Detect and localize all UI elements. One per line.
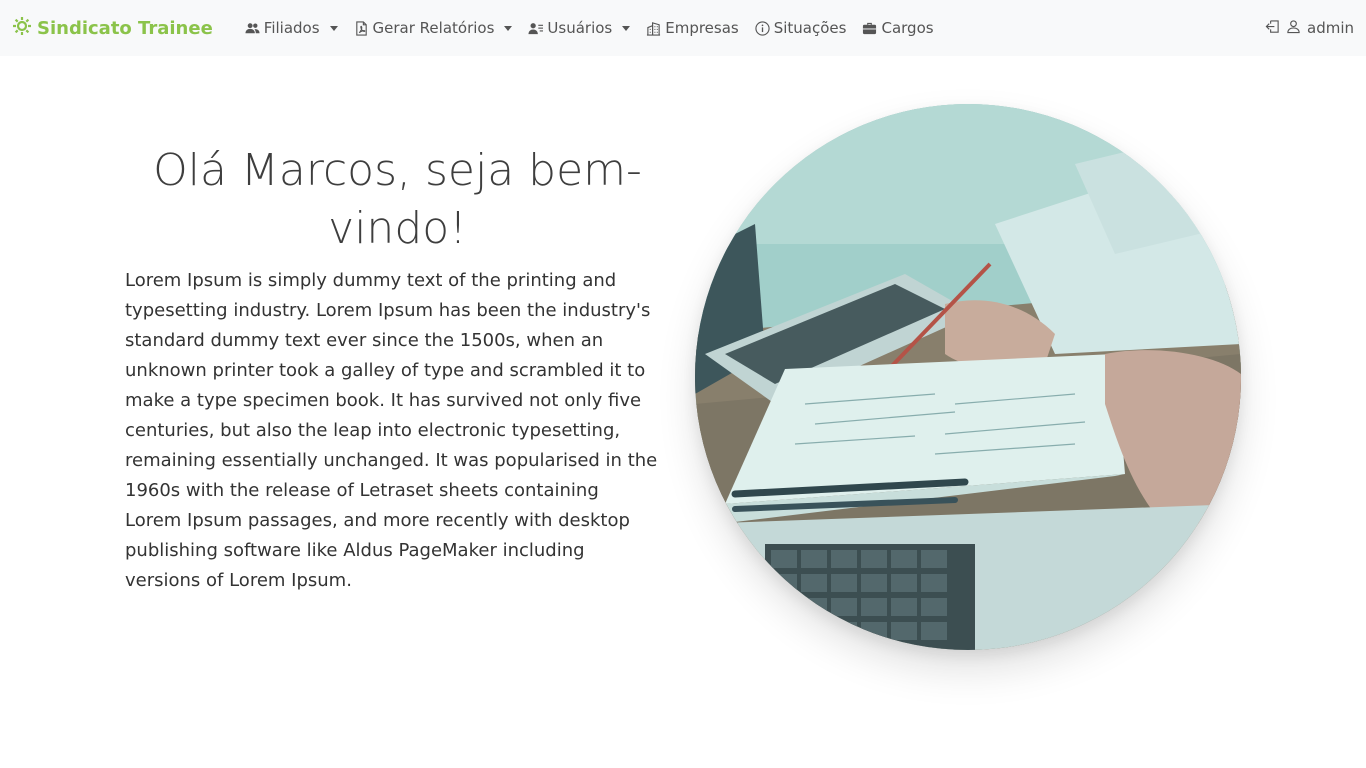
nav-situacoes[interactable]: Situações: [747, 19, 855, 37]
user-list-icon: [528, 21, 544, 36]
welcome-heading: Olá Marcos, seja bem-vindo!: [153, 145, 642, 254]
person-icon: [1286, 19, 1301, 38]
main-nav: Filiados Gerar Relatórios Usuários Empre…: [237, 19, 942, 37]
nav-gerar-relatorios-label: Gerar Relatórios: [372, 19, 495, 37]
nav-cargos[interactable]: Cargos: [854, 19, 941, 37]
briefcase-icon: [862, 21, 877, 36]
nav-filiados[interactable]: Filiados: [237, 19, 346, 37]
nav-empresas[interactable]: Empresas: [638, 19, 747, 37]
chevron-down-icon: [622, 25, 631, 31]
user-menu[interactable]: admin: [1265, 0, 1354, 56]
username-label: admin: [1307, 19, 1354, 37]
chevron-down-icon: [504, 25, 513, 31]
logout-icon[interactable]: [1265, 19, 1280, 38]
nav-cargos-label: Cargos: [881, 19, 934, 37]
nav-situacoes-label: Situações: [773, 19, 847, 37]
intro-paragraph: Lorem Ipsum is simply dummy text of the …: [125, 270, 658, 591]
brand-link[interactable]: Sindicato Trainee: [12, 16, 213, 41]
chevron-down-icon: [329, 25, 338, 31]
nav-filiados-label: Filiados: [263, 19, 320, 37]
nav-usuarios[interactable]: Usuários: [520, 19, 638, 37]
users-icon: [245, 21, 260, 36]
file-pdf-icon: [354, 20, 369, 36]
nav-usuarios-label: Usuários: [547, 19, 613, 37]
gear-icon: [12, 16, 32, 41]
info-circle-icon: [755, 20, 770, 36]
workspace-photo: [695, 104, 1241, 650]
brand-name: Sindicato Trainee: [37, 17, 213, 39]
navbar: Sindicato Trainee Filiados Gerar Relatór…: [0, 0, 1366, 56]
nav-empresas-label: Empresas: [665, 19, 739, 37]
building-icon: [646, 21, 661, 36]
nav-gerar-relatorios[interactable]: Gerar Relatórios: [346, 19, 521, 37]
